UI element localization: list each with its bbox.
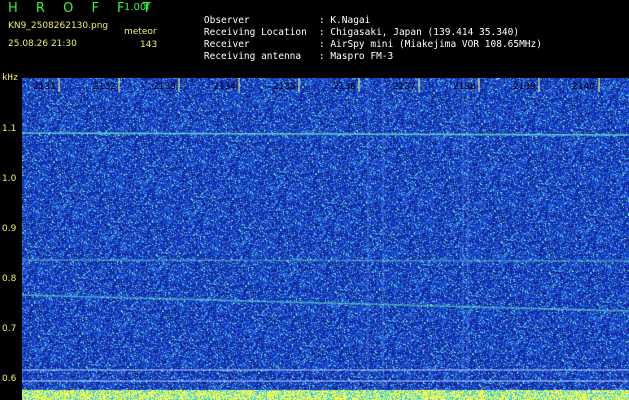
meteor-count: 143 bbox=[140, 40, 158, 50]
x-tick-label: 2133 bbox=[153, 82, 176, 92]
meteor-label: meteor bbox=[124, 27, 157, 37]
y-tick-label: 0.9 bbox=[2, 224, 17, 234]
y-tick-label: 0.7 bbox=[2, 324, 17, 334]
x-tick-label: 2134 bbox=[213, 82, 236, 92]
spectrogram-plot[interactable] bbox=[22, 78, 629, 400]
y-tick-label: 1.0 bbox=[2, 174, 17, 184]
axis-unit-label: kHz bbox=[2, 73, 19, 83]
x-tick-label: 2140 bbox=[572, 82, 595, 92]
x-tick-label: 2135 bbox=[273, 82, 296, 92]
x-tick-label: 2137 bbox=[393, 82, 416, 92]
info-value: : Maspro FM-3 bbox=[318, 51, 394, 62]
x-tick-label: 2132 bbox=[93, 82, 116, 92]
timestamp: 25.08.26 21:30 bbox=[8, 39, 77, 49]
info-key: Receiving antenna bbox=[203, 51, 302, 62]
x-tick-label: 2139 bbox=[513, 82, 536, 92]
x-tick-label: 2131 bbox=[33, 82, 56, 92]
header-panel: H R O F F T 1.00f KN9_2508262130.png 25.… bbox=[0, 0, 629, 75]
y-tick-label: 1.1 bbox=[2, 124, 17, 134]
y-tick-label: 0.8 bbox=[2, 274, 17, 284]
x-tick-label: 2136 bbox=[333, 82, 356, 92]
y-tick-label: 0.6 bbox=[2, 374, 17, 384]
x-tick-label: 2138 bbox=[453, 82, 476, 92]
file-name: KN9_2508262130.png bbox=[8, 21, 109, 31]
app-version: 1.00f bbox=[124, 2, 150, 13]
spectrogram-grid bbox=[22, 78, 629, 382]
info-row-antenna: Receiving antenna : Maspro FM-3 bbox=[181, 40, 393, 73]
